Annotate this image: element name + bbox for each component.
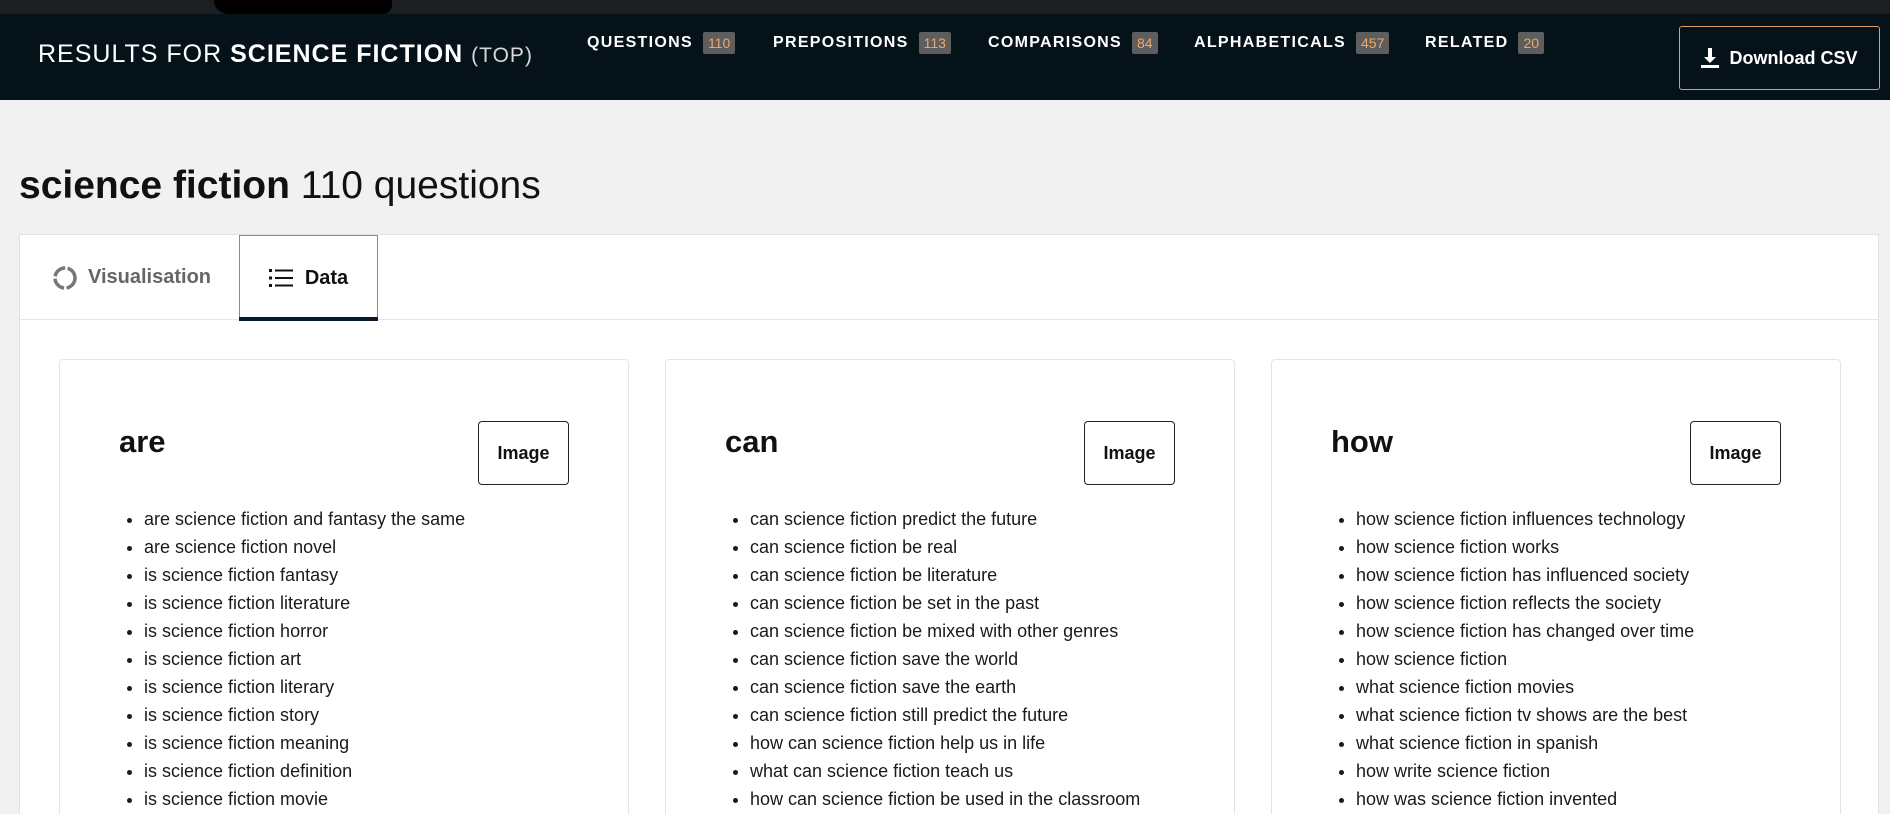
tab-related-label: RELATED [1425, 34, 1509, 51]
list-item: how science fiction works [1356, 533, 1694, 561]
tab-alphabeticals[interactable]: ALPHABETICALS 457 [1194, 32, 1390, 54]
download-csv-button[interactable]: Download CSV [1679, 26, 1880, 90]
list-item: is science fiction movie [144, 785, 465, 813]
tab-alphabeticals-count: 457 [1356, 32, 1390, 54]
results-mode: (TOP) [471, 44, 533, 67]
list-item: how can science fiction be used in the c… [750, 785, 1140, 813]
list-item: what science fiction tv shows are the be… [1356, 701, 1694, 729]
list-item: is science fiction definition [144, 757, 465, 785]
list-item: are science fiction novel [144, 533, 465, 561]
results-prefix: RESULTS FOR [38, 40, 223, 68]
list-item: can science fiction save the world [750, 645, 1140, 673]
card-can: can Image can science fiction predict th… [665, 359, 1235, 814]
list-item: how science fiction has influenced socie… [1356, 561, 1694, 589]
list-item: can science fiction be mixed with other … [750, 617, 1140, 645]
list-item: can science fiction still predict the fu… [750, 701, 1140, 729]
tab-visualisation-label: Visualisation [88, 266, 212, 288]
list-icon [268, 269, 293, 287]
card-how: how Image how science fiction influences… [1271, 359, 1841, 814]
browser-top-strip [0, 0, 1890, 14]
list-item: can science fiction be literature [750, 561, 1140, 589]
download-csv-label: Download CSV [1729, 47, 1858, 68]
list-item: is science fiction horror [144, 617, 465, 645]
tab-alphabeticals-label: ALPHABETICALS [1194, 34, 1347, 51]
list-item: can science fiction save the earth [750, 673, 1140, 701]
tab-comparisons-count: 84 [1132, 32, 1158, 54]
list-item: can science fiction predict the future [750, 505, 1140, 533]
tab-prepositions[interactable]: PREPOSITIONS 113 [773, 32, 951, 54]
list-item: how science fiction influences technolog… [1356, 505, 1694, 533]
list-item: are science fiction and fantasy the same [144, 505, 465, 533]
list-item: what science fiction movies [1356, 673, 1694, 701]
list-item: is science fiction story [144, 701, 465, 729]
list-item: how science fiction reflects the society [1356, 589, 1694, 617]
tab-questions-count: 110 [702, 32, 736, 54]
question-list: can science fiction predict the future c… [750, 505, 1140, 813]
card-title: how [1331, 424, 1393, 459]
list-item: how was science fiction invented [1356, 785, 1694, 813]
donut-chart-icon [53, 265, 77, 290]
results-title: RESULTS FOR SCIENCE FICTION (TOP) [38, 40, 533, 69]
question-list: are science fiction and fantasy the same… [144, 505, 465, 813]
list-item: what can science fiction teach us [750, 757, 1140, 785]
list-item: can science fiction be set in the past [750, 589, 1140, 617]
card-are: are Image are science fiction and fantas… [59, 359, 629, 814]
list-item: is science fiction art [144, 645, 465, 673]
page-title-keyword: science fiction [19, 164, 290, 207]
tab-comparisons[interactable]: COMPARISONS 84 [988, 32, 1158, 54]
list-item: how write science fiction [1356, 757, 1694, 785]
view-tab-bar: Visualisation Data [20, 235, 1878, 321]
tab-prepositions-count: 113 [918, 32, 951, 54]
tab-questions[interactable]: QUESTIONS 110 [587, 32, 736, 54]
results-header: RESULTS FOR SCIENCE FICTION (TOP) QUESTI… [0, 14, 1890, 100]
tab-comparisons-label: COMPARISONS [988, 34, 1123, 51]
tab-related-count: 20 [1518, 32, 1545, 54]
list-item: can science fiction be real [750, 533, 1140, 561]
tab-data[interactable]: Data [239, 235, 378, 321]
results-keyword: SCIENCE FICTION [230, 40, 464, 68]
tab-questions-label: QUESTIONS [587, 34, 693, 51]
page-title-count: 110 questions [300, 164, 541, 207]
question-list: how science fiction influences technolog… [1356, 505, 1694, 813]
page-title: science fiction 110 questions [19, 164, 541, 208]
list-item: is science fiction meaning [144, 729, 465, 757]
list-item: is science fiction literary [144, 673, 465, 701]
image-button[interactable]: Image [1084, 421, 1175, 485]
list-item: is science fiction literature [144, 589, 465, 617]
tab-data-label: Data [304, 266, 349, 289]
tab-visualisation[interactable]: Visualisation [52, 235, 211, 320]
tab-related[interactable]: RELATED 20 [1425, 32, 1545, 54]
image-button[interactable]: Image [1690, 421, 1781, 485]
tab-prepositions-label: PREPOSITIONS [773, 34, 909, 51]
list-item: how science fiction [1356, 645, 1694, 673]
list-item: how can science fiction help us in life [750, 729, 1140, 757]
image-button[interactable]: Image [478, 421, 569, 485]
card-title: are [119, 424, 166, 459]
download-icon [1701, 48, 1720, 68]
list-item: what science fiction in spanish [1356, 729, 1694, 757]
list-item: is science fiction fantasy [144, 561, 465, 589]
list-item: how science fiction has changed over tim… [1356, 617, 1694, 645]
card-title: can [725, 424, 779, 459]
cursor-shadow [214, 0, 392, 14]
